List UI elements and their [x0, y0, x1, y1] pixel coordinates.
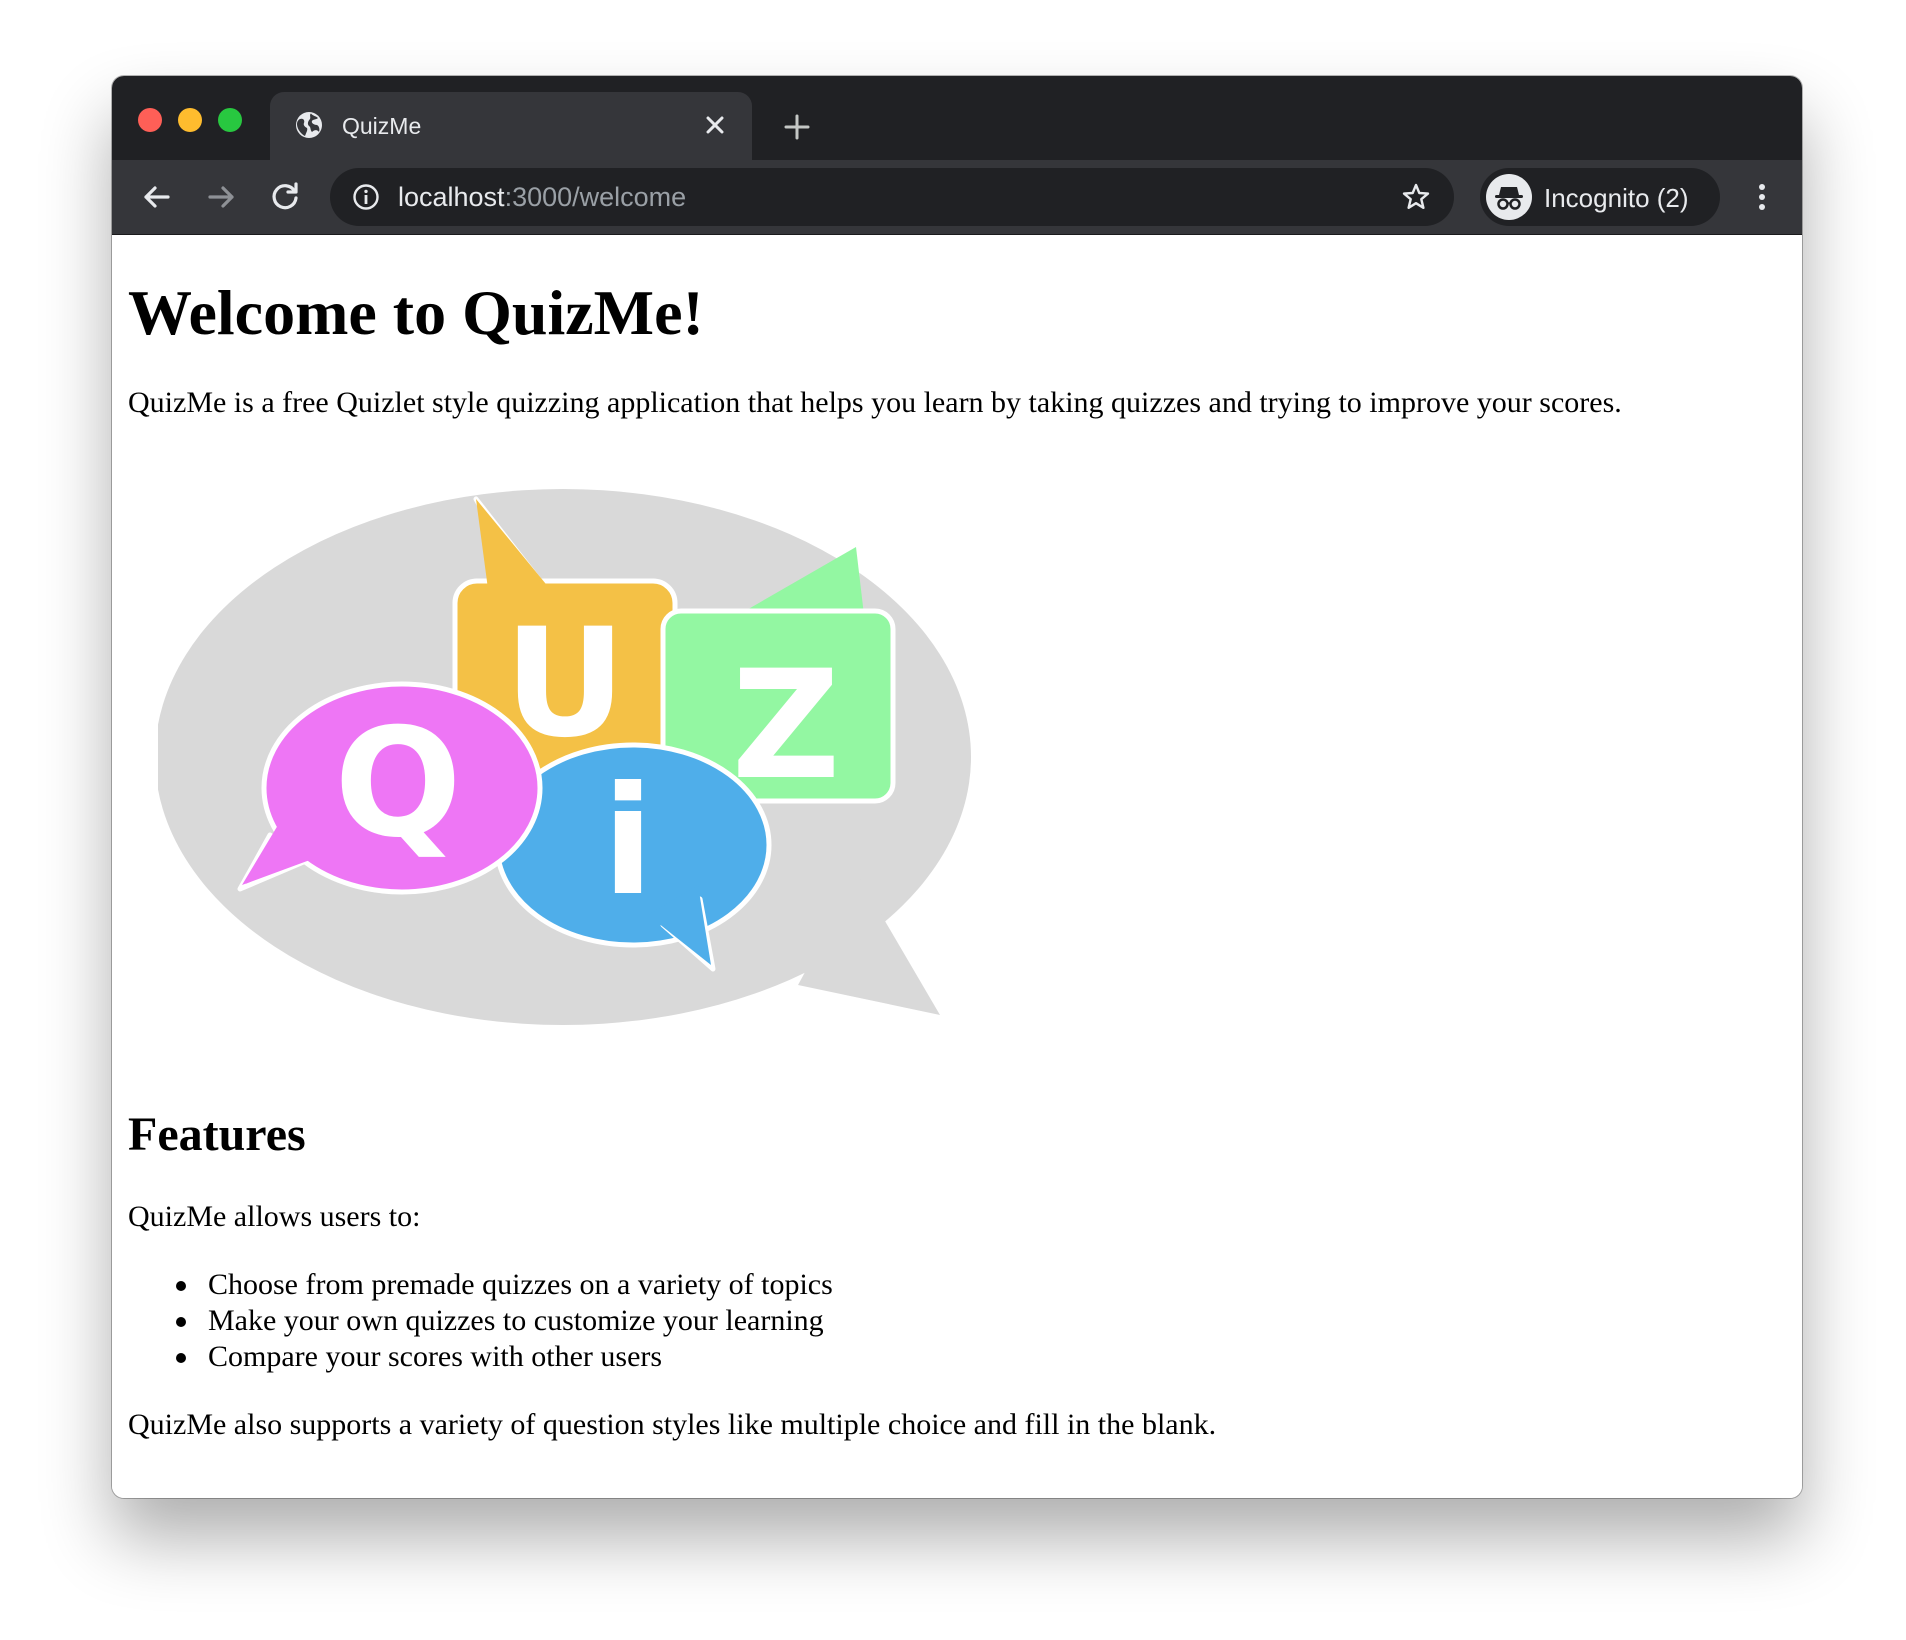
reload-icon[interactable] — [266, 178, 304, 216]
list-item-text: Make your own quizzes to customize your … — [208, 1304, 824, 1337]
url-text[interactable]: localhost:3000/welcome — [398, 182, 686, 212]
quizme-logo: U Z i Q — [158, 489, 971, 1025]
browser-toolbar: localhost:3000/welcome Incognito (2) — [112, 160, 1802, 235]
list-item: Make your own quizzes to customize your … — [128, 1303, 833, 1339]
tab-strip: QuizMe — [112, 76, 1802, 160]
allows-paragraph: QuizMe allows users to: — [128, 1200, 421, 1233]
bullet-icon — [176, 1317, 186, 1327]
info-icon[interactable] — [352, 183, 380, 211]
bullet-icon — [176, 1353, 186, 1363]
feature-list: Choose from premade quizzes on a variety… — [128, 1267, 833, 1375]
browser-window: QuizMe localhost:3000/welcome Incognito … — [112, 76, 1802, 1498]
bullet-icon — [176, 1281, 186, 1291]
minimize-window-button[interactable] — [178, 108, 202, 132]
star-icon[interactable] — [1400, 181, 1432, 213]
tab-quizme[interactable]: QuizMe — [270, 92, 752, 160]
arrow-left-icon[interactable] — [138, 178, 176, 216]
globe-icon — [296, 112, 322, 138]
list-item-text: Compare your scores with other users — [208, 1340, 663, 1373]
page-viewport[interactable]: Welcome to QuizMe! QuizMe is a free Quiz… — [112, 235, 1802, 1498]
url-path: :3000/welcome — [504, 182, 687, 212]
logo-letter-i: i — [602, 755, 653, 929]
features-heading: Features — [128, 1108, 306, 1161]
profile-label: Incognito (2) — [1544, 183, 1689, 213]
url-host: localhost — [398, 182, 505, 212]
list-item: Compare your scores with other users — [128, 1339, 833, 1375]
address-bar[interactable]: localhost:3000/welcome — [330, 168, 1454, 226]
intro-paragraph: QuizMe is a free Quizlet style quizzing … — [128, 386, 1622, 419]
question-styles-paragraph: QuizMe also supports a variety of questi… — [128, 1408, 1217, 1441]
close-window-button[interactable] — [138, 108, 162, 132]
incognito-profile-button[interactable]: Incognito (2) — [1480, 168, 1720, 226]
logo-letter-q: Q — [334, 697, 462, 871]
kebab-menu-icon[interactable] — [1750, 178, 1774, 216]
plus-icon[interactable] — [780, 110, 814, 144]
list-item: Choose from premade quizzes on a variety… — [128, 1267, 833, 1303]
tab-title: QuizMe — [342, 113, 422, 139]
incognito-icon — [1486, 174, 1532, 220]
list-item-text: Choose from premade quizzes on a variety… — [208, 1268, 833, 1301]
maximize-window-button[interactable] — [218, 108, 242, 132]
arrow-right-icon[interactable] — [202, 178, 240, 216]
logo-letter-z: Z — [732, 639, 841, 813]
close-icon[interactable] — [700, 110, 730, 140]
page-title: Welcome to QuizMe! — [128, 277, 704, 348]
